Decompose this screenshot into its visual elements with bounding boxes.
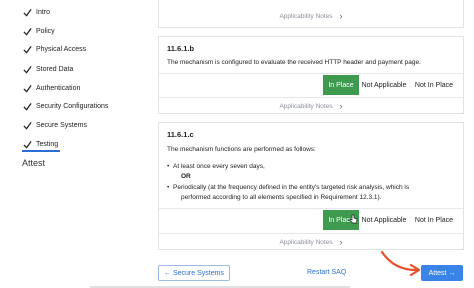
checkmark-icon	[22, 64, 32, 74]
restart-saq-link[interactable]: Restart SAQ	[307, 269, 346, 276]
requirement-card: 11.6.1.c The mechanism functions are per…	[158, 122, 464, 250]
attest-button[interactable]: Attest →	[421, 265, 463, 281]
divider	[159, 208, 463, 209]
requirement-id: 11.6.1.b	[167, 44, 195, 53]
sidebar-item-intro[interactable]: Intro	[22, 5, 50, 19]
requirement-text: The mechanism functions are performed as…	[167, 146, 316, 153]
sidebar-current-section[interactable]: Attest	[22, 158, 45, 168]
divider	[159, 73, 463, 74]
chevron-right-icon: ›	[339, 11, 343, 21]
option-not-in-place[interactable]: Not In Place	[409, 75, 459, 95]
response-options: In Place Not Applicable Not In Place	[323, 75, 459, 95]
sidebar-item-policy[interactable]: Policy	[22, 24, 55, 38]
sidebar-item-label: Intro	[36, 8, 51, 16]
option-not-applicable[interactable]: Not Applicable	[359, 210, 409, 230]
requirement-card-previous: Applicability Notes ›	[158, 0, 464, 28]
or-label: OR	[181, 173, 191, 180]
sidebar-item-secure-systems[interactable]: Secure Systems	[22, 118, 87, 132]
sidebar-item-authentication[interactable]: Authentication	[22, 81, 80, 95]
checkmark-icon	[22, 83, 32, 93]
sidebar-item-label: Secure Systems	[36, 121, 87, 129]
sidebar-item-label: Testing	[36, 140, 59, 148]
checkmark-icon	[22, 26, 32, 36]
response-options: In Place Not Applicable Not In Place	[323, 210, 459, 230]
sidebar-item-label: Security Configurations	[36, 102, 109, 110]
checkmark-icon	[22, 44, 32, 54]
option-not-in-place[interactable]: Not In Place	[409, 210, 459, 230]
sidebar-item-label: Stored Data	[36, 65, 74, 73]
annotation-arrow-icon	[380, 250, 421, 276]
active-item-indicator	[22, 150, 60, 152]
sidebar-item-label: Physical Access	[36, 45, 87, 53]
requirement-text: The mechanism is configured to evaluate …	[167, 59, 421, 66]
applicability-notes-label: Applicability Notes	[279, 12, 333, 20]
bullet-item-continuation: performed according to all elements spec…	[181, 194, 382, 201]
sidebar-item-security-configurations[interactable]: Security Configurations	[22, 99, 108, 113]
option-not-applicable[interactable]: Not Applicable	[359, 75, 409, 95]
requirement-card: 11.6.1.b The mechanism is configured to …	[158, 36, 464, 114]
chevron-right-icon: ›	[339, 237, 343, 247]
applicability-notes-toggle[interactable]: Applicability Notes ›	[159, 7, 463, 25]
sidebar-item-physical-access[interactable]: Physical Access	[22, 42, 86, 56]
applicability-notes-toggle[interactable]: Applicability Notes ›	[159, 97, 463, 115]
chevron-right-icon: ›	[339, 101, 343, 111]
checkmark-icon	[22, 7, 32, 17]
checkmark-icon	[22, 120, 32, 130]
option-in-place[interactable]: In Place	[323, 75, 359, 95]
sidebar-item-stored-data[interactable]: Stored Data	[22, 62, 73, 76]
bullet-item: At least once every seven days,	[167, 163, 265, 170]
back-button[interactable]: ← Secure Systems	[158, 265, 230, 281]
sidebar-item-label: Policy	[36, 27, 55, 35]
checkmark-icon	[22, 101, 32, 111]
applicability-notes-label: Applicability Notes	[279, 102, 333, 110]
applicability-notes-label: Applicability Notes	[279, 238, 333, 246]
checkmark-icon	[22, 139, 32, 149]
sidebar: Intro Policy Physical Access Stored Data…	[0, 0, 150, 288]
bullet-item: Periodically (at the frequency defined i…	[167, 184, 409, 191]
hand-cursor-icon	[349, 214, 358, 224]
requirement-id: 11.6.1.c	[167, 130, 194, 139]
sidebar-item-testing[interactable]: Testing	[22, 137, 58, 151]
sidebar-item-label: Authentication	[36, 84, 81, 92]
